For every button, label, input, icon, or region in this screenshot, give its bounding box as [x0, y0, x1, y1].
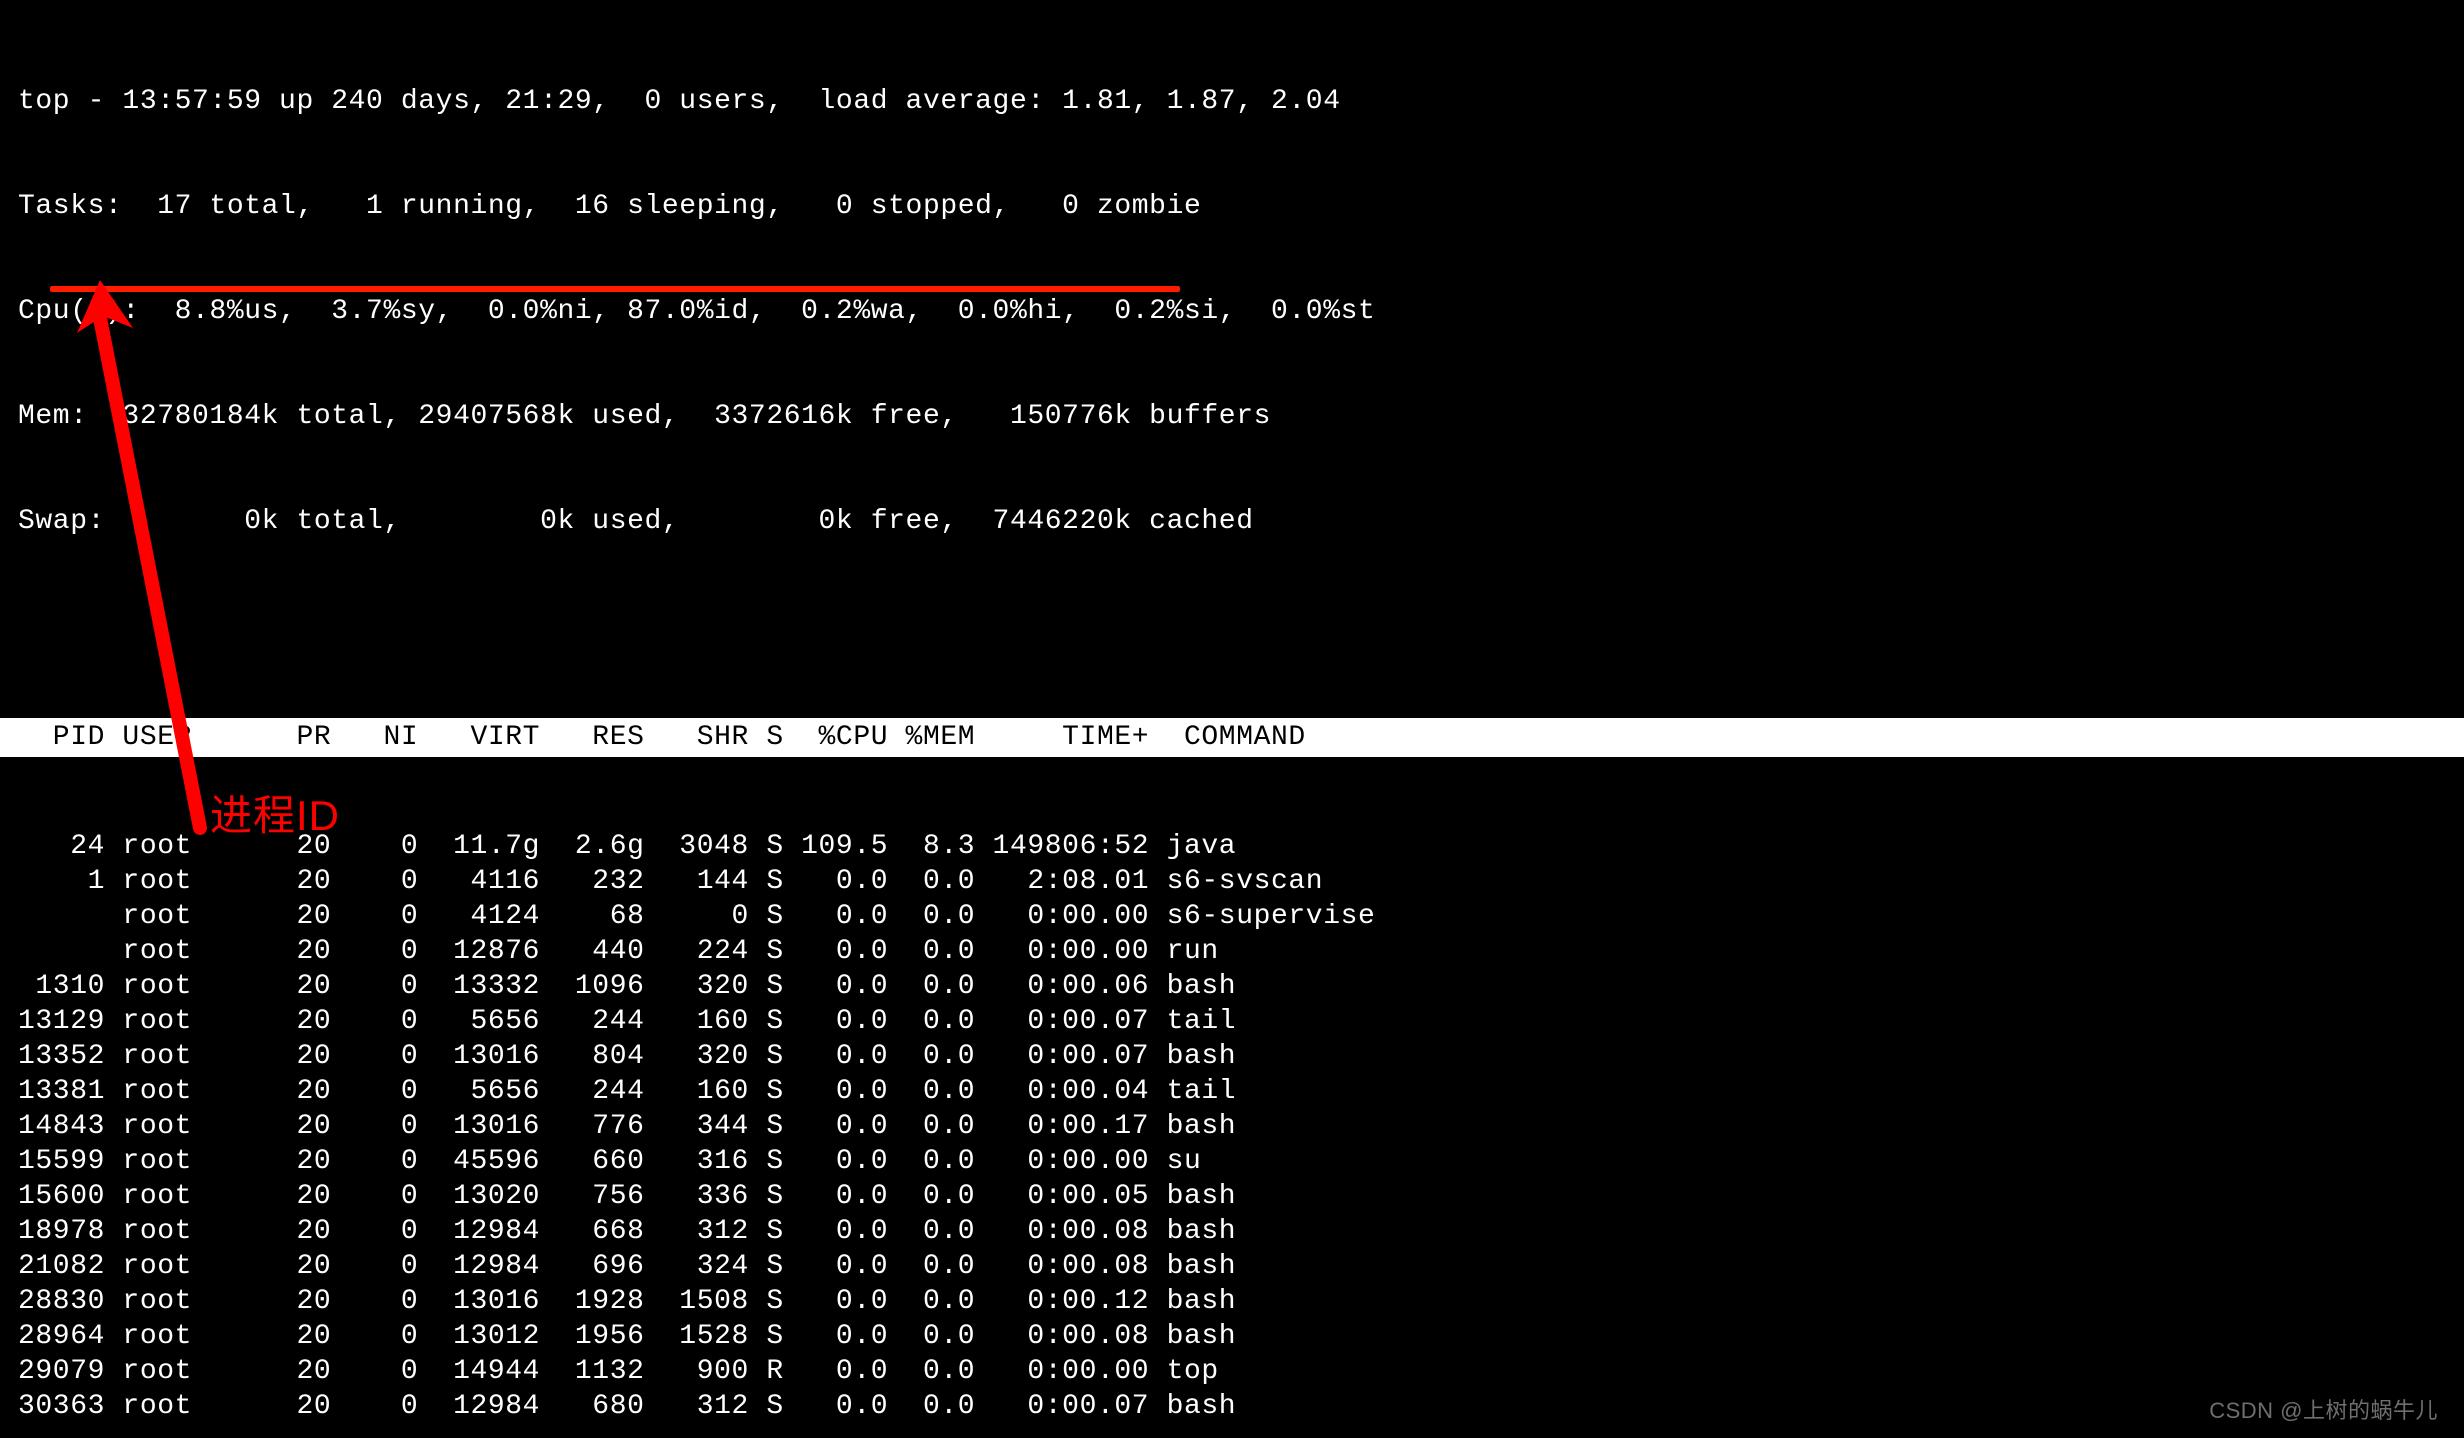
process-row: 1 root 20 0 4116 232 144 S 0.0 0.0 2:08.… — [18, 864, 2446, 899]
process-row: 29079 root 20 0 14944 1132 900 R 0.0 0.0… — [18, 1354, 2446, 1389]
process-row: 15599 root 20 0 45596 660 316 S 0.0 0.0 … — [18, 1144, 2446, 1179]
process-row: 28830 root 20 0 13016 1928 1508 S 0.0 0.… — [18, 1284, 2446, 1319]
summary-line-5: Swap: 0k total, 0k used, 0k free, 744622… — [18, 504, 2446, 539]
process-row: 15600 root 20 0 13020 756 336 S 0.0 0.0 … — [18, 1179, 2446, 1214]
process-row: 13381 root 20 0 5656 244 160 S 0.0 0.0 0… — [18, 1074, 2446, 1109]
process-row: root 20 0 4124 68 0 S 0.0 0.0 0:00.00 s6… — [18, 899, 2446, 934]
process-row: 28964 root 20 0 13012 1956 1528 S 0.0 0.… — [18, 1319, 2446, 1354]
terminal-output: top - 13:57:59 up 240 days, 21:29, 0 use… — [0, 0, 2464, 1438]
process-row: 24 root 20 0 11.7g 2.6g 3048 S 109.5 8.3… — [18, 829, 2446, 864]
process-row: 21082 root 20 0 12984 696 324 S 0.0 0.0 … — [18, 1249, 2446, 1284]
process-row: 14843 root 20 0 13016 776 344 S 0.0 0.0 … — [18, 1109, 2446, 1144]
watermark-text: CSDN @上树的蜗牛儿 — [2209, 1397, 2438, 1425]
summary-line-3: Cpu(s): 8.8%us, 3.7%sy, 0.0%ni, 87.0%id,… — [18, 294, 2446, 329]
process-row: 30363 root 20 0 12984 680 312 S 0.0 0.0 … — [18, 1389, 2446, 1424]
process-row: 1310 root 20 0 13332 1096 320 S 0.0 0.0 … — [18, 969, 2446, 1004]
summary-line-4: Mem: 32780184k total, 29407568k used, 33… — [18, 399, 2446, 434]
summary-line-1: top - 13:57:59 up 240 days, 21:29, 0 use… — [18, 84, 2446, 119]
process-table-body: 24 root 20 0 11.7g 2.6g 3048 S 109.5 8.3… — [18, 829, 2446, 1424]
process-row: 13352 root 20 0 13016 804 320 S 0.0 0.0 … — [18, 1039, 2446, 1074]
highlight-underline — [50, 286, 1180, 292]
summary-line-2: Tasks: 17 total, 1 running, 16 sleeping,… — [18, 189, 2446, 224]
process-row: root 20 0 12876 440 224 S 0.0 0.0 0:00.0… — [18, 934, 2446, 969]
blank-line — [18, 609, 2446, 644]
process-row: 18978 root 20 0 12984 668 312 S 0.0 0.0 … — [18, 1214, 2446, 1249]
process-table-header: PID USER PR NI VIRT RES SHR S %CPU %MEM … — [0, 718, 2464, 757]
process-row: 13129 root 20 0 5656 244 160 S 0.0 0.0 0… — [18, 1004, 2446, 1039]
